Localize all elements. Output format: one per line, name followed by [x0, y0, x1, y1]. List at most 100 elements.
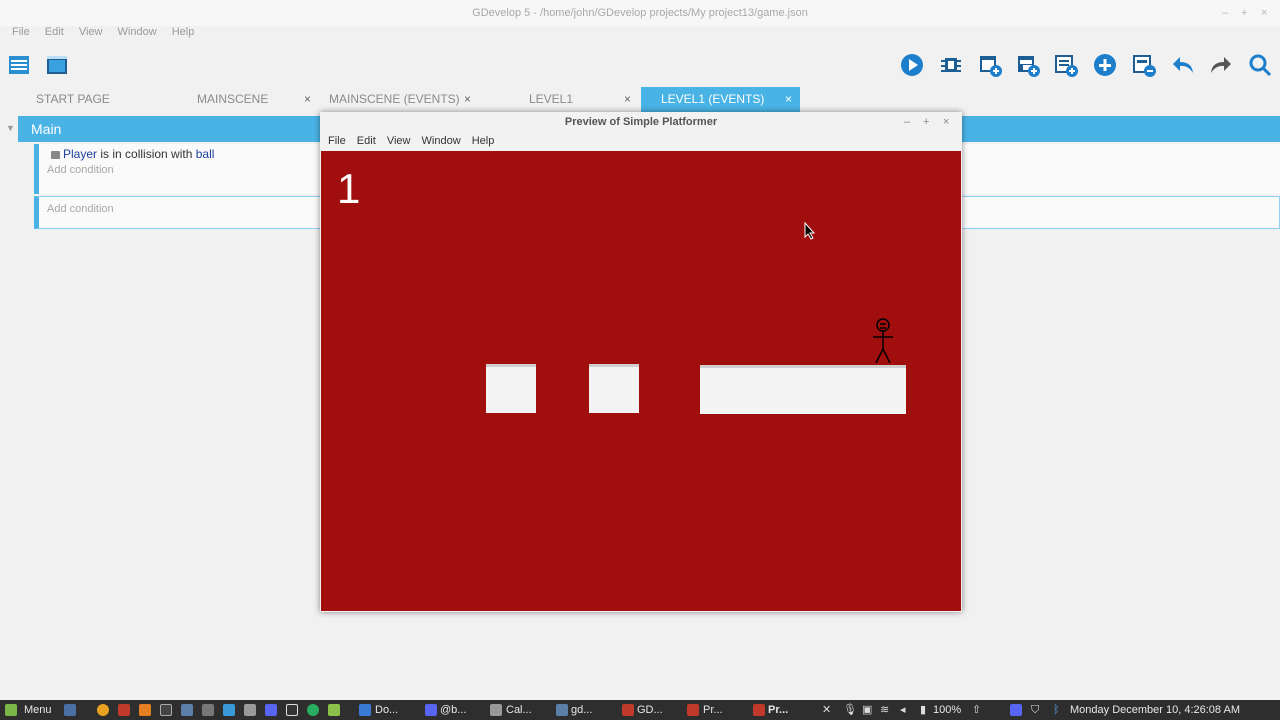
maximize-button[interactable]: +	[1241, 0, 1247, 26]
task-gdevelop[interactable]: GD...	[637, 700, 663, 720]
tab-label: LEVEL1 (EVENTS)	[661, 92, 765, 106]
preview-close-button[interactable]: ×	[943, 112, 949, 132]
shield-icon[interactable]: ⛉	[1031, 700, 1039, 720]
tab-level1[interactable]: LEVEL1 ×	[509, 87, 639, 112]
preview-app-icon	[687, 704, 699, 716]
menu-window[interactable]: Window	[118, 24, 157, 40]
menu-view[interactable]: View	[79, 24, 103, 40]
terminal-icon[interactable]	[160, 704, 172, 716]
collapse-arrow-icon[interactable]: ▼	[6, 123, 15, 133]
condition-text: is in collision with	[97, 147, 196, 161]
condition[interactable]: Player is in collision with ball	[51, 147, 214, 161]
tab-label: START PAGE	[36, 92, 110, 106]
object-icon	[51, 150, 60, 159]
window-titlebar: GDevelop 5 - /home/john/GDevelop project…	[0, 0, 1280, 26]
chrome-icon[interactable]	[97, 704, 109, 716]
firefox-icon[interactable]	[139, 704, 151, 716]
task-preview-active[interactable]: Pr...	[768, 700, 788, 720]
show-desktop-icon[interactable]	[64, 704, 76, 716]
calculator-icon[interactable]	[244, 704, 256, 716]
add-condition-link[interactable]: Add condition	[47, 164, 114, 176]
preview-title: Preview of Simple Platformer	[564, 116, 718, 128]
folder-icon	[556, 704, 568, 716]
battery-percentage: 100%	[933, 704, 962, 716]
search-icon[interactable]	[1247, 52, 1273, 78]
add-condition-link[interactable]: Add condition	[47, 203, 114, 215]
preview-maximize-button[interactable]: +	[923, 112, 929, 132]
microphone-icon[interactable]: 🎙	[843, 700, 857, 720]
task-discord[interactable]: @b...	[440, 700, 466, 720]
add-subevent-icon[interactable]	[1015, 52, 1041, 78]
window-title: GDevelop 5 - /home/john/GDevelop project…	[472, 7, 808, 19]
platform	[700, 365, 906, 414]
discord-icon	[425, 704, 437, 716]
menu-help[interactable]: Help	[172, 24, 195, 40]
minimize-button[interactable]: –	[1222, 0, 1228, 26]
scene-editor-icon[interactable]	[44, 52, 70, 78]
add-other-icon[interactable]	[1092, 52, 1118, 78]
preview-menu-file[interactable]: File	[328, 132, 346, 150]
discord-icon[interactable]	[265, 704, 277, 716]
tray-app-icon[interactable]: ▣	[862, 700, 872, 720]
vscode-icon[interactable]	[286, 704, 298, 716]
project-manager-icon[interactable]	[6, 52, 32, 78]
toolbar	[0, 46, 1280, 84]
volume-icon[interactable]: ◂	[900, 700, 906, 720]
preview-menu-help[interactable]: Help	[472, 132, 495, 150]
app-icon[interactable]	[328, 704, 340, 716]
wifi-icon[interactable]: ≋	[880, 700, 889, 720]
tab-start-page[interactable]: START PAGE	[16, 87, 176, 112]
preview-titlebar: Preview of Simple Platformer – + ×	[320, 112, 962, 132]
battery-icon[interactable]: ▮	[920, 700, 926, 720]
platform	[486, 364, 536, 413]
spotify-icon[interactable]	[307, 704, 319, 716]
add-event-icon[interactable]	[977, 52, 1003, 78]
screenshot-icon[interactable]	[202, 704, 214, 716]
app-launcher-icon[interactable]	[118, 704, 130, 716]
menu-file[interactable]: File	[12, 24, 30, 40]
add-comment-icon[interactable]	[1053, 52, 1079, 78]
close-icon[interactable]: ×	[464, 87, 471, 112]
game-canvas[interactable]: 1	[321, 151, 961, 611]
menu-bar: File Edit View Window Help	[0, 24, 1280, 42]
task-document[interactable]: Do...	[375, 700, 398, 720]
close-button[interactable]: ×	[1261, 0, 1267, 26]
tab-mainscene-events[interactable]: MAINSCENE (EVENTS) ×	[309, 87, 481, 112]
files-icon[interactable]	[181, 704, 193, 716]
clock[interactable]: Monday December 10, 4:26:08 AM	[1070, 700, 1240, 720]
preview-menu-view[interactable]: View	[387, 132, 411, 150]
task-folder[interactable]: gd...	[571, 700, 592, 720]
taskbar-menu-button[interactable]: Menu	[24, 700, 52, 720]
update-icon[interactable]: ⇧	[972, 700, 981, 720]
mint-menu-icon[interactable]	[5, 704, 17, 716]
preview-menu-edit[interactable]: Edit	[357, 132, 376, 150]
menu-edit[interactable]: Edit	[45, 24, 64, 40]
event-group-title: Main	[31, 121, 62, 137]
preview-icon[interactable]	[899, 52, 925, 78]
delete-icon[interactable]	[1131, 52, 1157, 78]
redo-icon[interactable]	[1208, 52, 1234, 78]
preview-menu-window[interactable]: Window	[422, 132, 461, 150]
document-icon	[359, 704, 371, 716]
undo-icon[interactable]	[1170, 52, 1196, 78]
preview-window: Preview of Simple Platformer – + × File …	[320, 112, 962, 612]
tab-level1-events[interactable]: LEVEL1 (EVENTS) ×	[641, 87, 800, 112]
editor-tabs: START PAGE MAINSCENE × MAINSCENE (EVENTS…	[0, 87, 1280, 112]
taskbar: Menu Do... @b... Cal... gd... GD... Pr..…	[0, 700, 1280, 720]
bluetooth-icon[interactable]: ᛒ	[1053, 700, 1060, 720]
app-icon[interactable]	[223, 704, 235, 716]
close-icon[interactable]: ×	[785, 87, 792, 112]
discord-tray-icon[interactable]	[1010, 704, 1022, 716]
tab-mainscene[interactable]: MAINSCENE ×	[177, 87, 321, 112]
tray-x-icon[interactable]: ✕	[822, 700, 831, 720]
condition-target: ball	[195, 147, 215, 161]
gdevelop-icon	[622, 704, 634, 716]
task-preview[interactable]: Pr...	[703, 700, 723, 720]
tab-label: MAINSCENE	[197, 92, 269, 106]
preview-minimize-button[interactable]: –	[904, 112, 910, 132]
task-calculator[interactable]: Cal...	[506, 700, 532, 720]
close-icon[interactable]: ×	[624, 87, 631, 112]
condition-object: Player	[63, 147, 98, 161]
debugger-icon[interactable]	[938, 52, 964, 78]
calculator-icon	[490, 704, 502, 716]
